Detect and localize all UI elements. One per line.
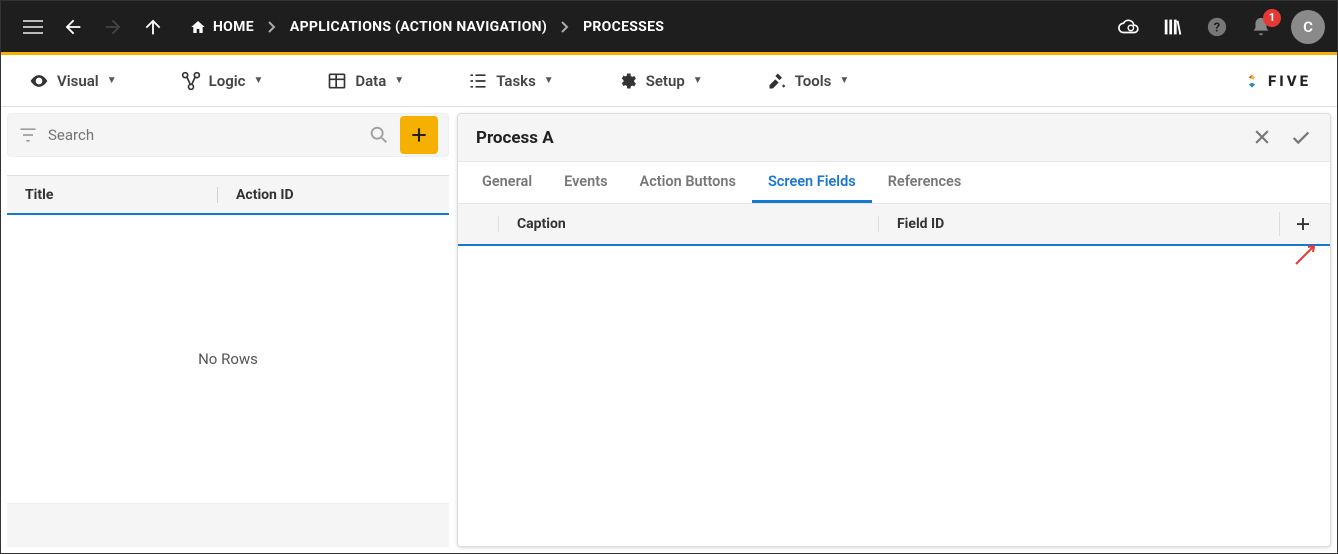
caret-down-icon: ▼ (693, 75, 703, 86)
right-panel: Process A General Events Action Buttons … (457, 113, 1331, 547)
check-icon[interactable] (1290, 127, 1312, 149)
caret-down-icon: ▼ (253, 75, 263, 86)
tab-references[interactable]: References (872, 163, 978, 203)
topbar-right: ? 1 C (1109, 7, 1325, 47)
caret-down-icon: ▼ (839, 75, 849, 86)
toolbar-tools[interactable]: Tools ▼ (753, 65, 864, 97)
filter-icon[interactable] (18, 125, 38, 145)
toolbar-setup-label: Setup (646, 72, 685, 90)
breadcrumb-apps-label: APPLICATIONS (ACTION NAVIGATION) (290, 19, 547, 35)
plus-icon (409, 125, 429, 145)
forward-icon (93, 7, 133, 47)
tab-action-buttons[interactable]: Action Buttons (624, 163, 752, 203)
topbar-left: HOME APPLICATIONS (ACTION NAVIGATION) PR… (13, 7, 672, 47)
eye-icon (29, 71, 49, 91)
breadcrumb-home[interactable]: HOME (181, 19, 262, 35)
breadcrumb-processes-label: PROCESSES (583, 19, 664, 35)
table-icon (327, 71, 347, 91)
add-button[interactable] (400, 116, 438, 154)
search-input[interactable] (48, 126, 358, 144)
sub-th-caption[interactable]: Caption (498, 216, 878, 232)
annotation-arrow-icon (1292, 240, 1320, 268)
menu-icon[interactable] (13, 7, 53, 47)
caret-down-icon: ▼ (107, 75, 117, 86)
th-title[interactable]: Title (7, 187, 217, 203)
add-field-button[interactable] (1279, 212, 1312, 236)
close-icon[interactable] (1252, 127, 1272, 149)
top-bar: HOME APPLICATIONS (ACTION NAVIGATION) PR… (1, 1, 1337, 55)
caret-down-icon: ▼ (544, 75, 554, 86)
toolbar-data[interactable]: Data ▼ (313, 65, 418, 97)
breadcrumb-processes[interactable]: PROCESSES (575, 19, 672, 35)
plus-icon (1294, 215, 1312, 233)
main-area: Title Action ID No Rows Process A Genera… (1, 107, 1337, 553)
th-actionid[interactable]: Action ID (217, 187, 312, 203)
search-icon[interactable] (368, 124, 390, 146)
home-icon (189, 19, 207, 35)
chevron-right-icon (262, 21, 282, 33)
page-title: Process A (476, 128, 554, 148)
tasks-icon (468, 71, 488, 91)
toolbar-tasks-label: Tasks (496, 72, 536, 90)
cloud-icon[interactable] (1109, 7, 1149, 47)
toolbar-tools-label: Tools (795, 72, 832, 90)
tab-screen-fields[interactable]: Screen Fields (752, 163, 872, 203)
breadcrumb: HOME APPLICATIONS (ACTION NAVIGATION) PR… (181, 19, 672, 35)
caret-down-icon: ▼ (394, 75, 404, 86)
tool-bar: Visual ▼ Logic ▼ Data ▼ Tasks ▼ Setup ▼ … (1, 55, 1337, 107)
search-row (7, 113, 449, 157)
brand-label: FIVE (1268, 72, 1311, 90)
brand-icon (1242, 71, 1262, 91)
notifications-icon[interactable]: 1 (1241, 7, 1281, 47)
toolbar-tasks[interactable]: Tasks ▼ (454, 65, 568, 97)
avatar-initial: C (1303, 18, 1313, 36)
right-header-actions (1252, 127, 1312, 149)
chevron-right-icon (555, 21, 575, 33)
library-icon[interactable] (1153, 7, 1193, 47)
left-table-header: Title Action ID (7, 175, 449, 215)
breadcrumb-home-label: HOME (213, 19, 254, 35)
sub-th-fieldid[interactable]: Field ID (878, 216, 962, 232)
toolbar-logic-label: Logic (209, 72, 246, 90)
gear-icon (618, 71, 638, 91)
left-table-body: No Rows (7, 215, 449, 503)
avatar[interactable]: C (1291, 10, 1325, 44)
breadcrumb-apps[interactable]: APPLICATIONS (ACTION NAVIGATION) (282, 19, 555, 35)
tab-general[interactable]: General (466, 163, 548, 203)
notification-badge: 1 (1263, 9, 1281, 27)
no-rows-label: No Rows (198, 350, 258, 368)
help-icon[interactable]: ? (1197, 7, 1237, 47)
tabs: General Events Action Buttons Screen Fie… (458, 162, 1330, 204)
back-icon[interactable] (53, 7, 93, 47)
right-header: Process A (458, 114, 1330, 162)
toolbar-logic[interactable]: Logic ▼ (167, 65, 278, 97)
left-panel: Title Action ID No Rows (7, 113, 449, 547)
up-icon[interactable] (133, 7, 173, 47)
toolbar-visual-label: Visual (57, 72, 99, 90)
subtable-header: Caption Field ID (458, 204, 1330, 246)
logic-icon (181, 71, 201, 91)
left-footer (7, 503, 449, 547)
tab-events[interactable]: Events (548, 163, 623, 203)
toolbar-visual[interactable]: Visual ▼ (15, 65, 131, 97)
toolbar-data-label: Data (355, 72, 386, 90)
tools-icon (767, 71, 787, 91)
toolbar-setup[interactable]: Setup ▼ (604, 65, 717, 97)
svg-text:?: ? (1214, 20, 1220, 35)
brand: FIVE (1242, 71, 1323, 91)
